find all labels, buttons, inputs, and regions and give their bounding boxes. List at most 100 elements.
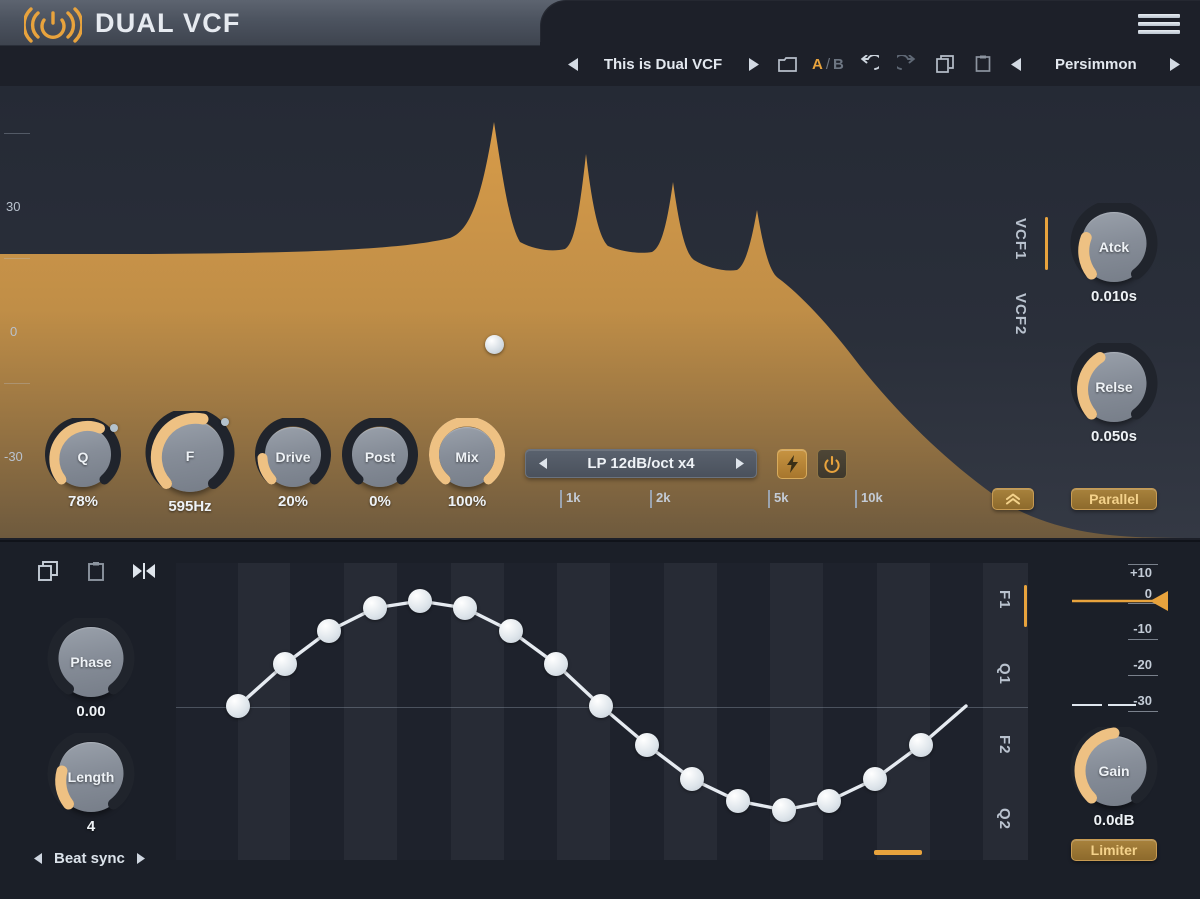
- knob-q-dial[interactable]: Q: [45, 418, 121, 487]
- filter-response-display[interactable]: 30 0 -30 VCF1 VCF2 Atck 0.010s Relse 0.0…: [0, 86, 1200, 538]
- redo-icon[interactable]: [888, 49, 926, 79]
- freq-label-1k: 1k: [560, 490, 580, 508]
- mod-tab-f1[interactable]: F1: [996, 590, 1013, 610]
- lfo-node[interactable]: [680, 767, 704, 791]
- filter-type-next-button[interactable]: [722, 457, 756, 470]
- knob-post-label: Post: [364, 449, 396, 465]
- ab-compare-toggle[interactable]: A / B: [812, 56, 844, 73]
- knob-length[interactable]: Length 4: [47, 733, 135, 835]
- knob-f-dial[interactable]: F: [145, 411, 235, 492]
- ab-slot-a[interactable]: A: [812, 56, 823, 73]
- undo-icon[interactable]: [850, 49, 888, 79]
- knob-gain-dial[interactable]: Gain: [1070, 727, 1158, 806]
- beat-sync-next-button[interactable]: [135, 852, 146, 865]
- copy-icon[interactable]: [36, 559, 60, 583]
- page-title: DUAL VCF: [95, 8, 241, 38]
- knob-mix[interactable]: Mix 100%: [429, 418, 505, 510]
- mod-tab-f1-indicator: [1024, 585, 1027, 627]
- freq-label-5k: 5k: [768, 490, 788, 508]
- preset-next-button[interactable]: [738, 49, 768, 79]
- lightning-bolt-icon[interactable]: [777, 449, 807, 479]
- beat-sync-selector[interactable]: Beat sync: [33, 850, 153, 867]
- knob-q-mod-dot[interactable]: [110, 424, 118, 432]
- lfo-node[interactable]: [909, 733, 933, 757]
- knob-phase-label: Phase: [70, 654, 112, 670]
- skin-name[interactable]: Persimmon: [1032, 56, 1160, 73]
- knob-atck[interactable]: Atck 0.010s: [1070, 203, 1158, 305]
- knob-drive-dial[interactable]: Drive: [255, 418, 331, 487]
- freq-label-2k: 2k: [650, 490, 670, 508]
- meter-rule-minus30: [1128, 711, 1158, 712]
- knob-f[interactable]: F 595Hz: [145, 411, 235, 515]
- lfo-node[interactable]: [363, 596, 387, 620]
- skin-next-button[interactable]: [1160, 49, 1190, 79]
- ab-slot-b[interactable]: B: [833, 56, 844, 73]
- ab-separator: /: [825, 55, 831, 73]
- lfo-node[interactable]: [635, 733, 659, 757]
- knob-relse[interactable]: Relse 0.050s: [1070, 343, 1158, 445]
- mod-tab-f2[interactable]: F2: [996, 735, 1013, 755]
- limiter-button[interactable]: Limiter: [1071, 839, 1157, 861]
- meter-rule-minus10: [1128, 639, 1158, 640]
- folder-icon[interactable]: [768, 49, 806, 79]
- power-icon[interactable]: [817, 449, 847, 479]
- knob-q[interactable]: Q 78%: [45, 418, 121, 510]
- lfo-shape-editor[interactable]: [176, 563, 1028, 860]
- mod-tab-q1[interactable]: Q1: [996, 663, 1013, 685]
- knob-f-label: F: [185, 448, 195, 464]
- skin-prev-button[interactable]: [1002, 49, 1032, 79]
- lfo-node[interactable]: [317, 619, 341, 643]
- db-tick-minus30: [4, 383, 30, 384]
- knob-atck-dial[interactable]: Atck: [1070, 203, 1158, 282]
- knob-relse-dial[interactable]: Relse: [1070, 343, 1158, 422]
- meter-label-minus10: -10: [1133, 621, 1152, 636]
- freq-label-10k: 10k: [855, 490, 883, 508]
- knob-gain[interactable]: Gain 0.0dB: [1070, 727, 1158, 829]
- vcf-tab-vcf1[interactable]: VCF1: [1012, 218, 1029, 260]
- beat-sync-prev-button[interactable]: [33, 852, 44, 865]
- output-level-meter: [1072, 704, 1102, 706]
- meter-rule-plus10: [1128, 564, 1158, 565]
- knob-phase[interactable]: Phase 0.00: [47, 618, 135, 720]
- vcf-tab-vcf2[interactable]: VCF2: [1012, 293, 1029, 335]
- knob-post[interactable]: Post 0%: [342, 418, 418, 510]
- hamburger-menu-icon[interactable]: [1138, 14, 1180, 34]
- lfo-node[interactable]: [453, 596, 477, 620]
- copy-icon[interactable]: [926, 49, 964, 79]
- lfo-node[interactable]: [273, 652, 297, 676]
- knob-drive[interactable]: Drive 20%: [255, 418, 331, 510]
- paste-icon[interactable]: [964, 49, 1002, 79]
- lfo-node[interactable]: [863, 767, 887, 791]
- knob-length-dial[interactable]: Length: [47, 733, 135, 812]
- knob-phase-dial[interactable]: Phase: [47, 618, 135, 697]
- preset-name[interactable]: This is Dual VCF: [588, 56, 738, 73]
- filter-curve-handle[interactable]: [485, 335, 504, 354]
- lfo-node[interactable]: [772, 798, 796, 822]
- knob-f-mod-dot[interactable]: [221, 418, 229, 426]
- preset-prev-button[interactable]: [558, 49, 588, 79]
- mirror-icon[interactable]: [132, 559, 156, 583]
- gain-pointer-icon[interactable]: [1072, 589, 1182, 613]
- vcf1-active-indicator: [1045, 217, 1048, 270]
- filter-type-selector[interactable]: LP 12dB/oct x4: [525, 449, 757, 478]
- filter-type-prev-button[interactable]: [526, 457, 560, 470]
- paste-icon[interactable]: [84, 559, 108, 583]
- knob-mix-dial[interactable]: Mix: [429, 418, 505, 487]
- title-bar-notch: [540, 0, 1200, 46]
- lfo-node[interactable]: [226, 694, 250, 718]
- collapse-panel-button[interactable]: [992, 488, 1034, 510]
- knob-q-label: Q: [77, 449, 89, 465]
- mod-tab-q2[interactable]: Q2: [996, 808, 1013, 830]
- knob-relse-label: Relse: [1095, 379, 1133, 395]
- knob-post-dial[interactable]: Post: [342, 418, 418, 487]
- lfo-node[interactable]: [544, 652, 568, 676]
- db-label-30: 30: [6, 199, 21, 214]
- lfo-node[interactable]: [499, 619, 523, 643]
- routing-mode-button[interactable]: Parallel: [1071, 488, 1157, 510]
- meter-label-plus10: +10: [1129, 565, 1152, 580]
- lfo-node[interactable]: [408, 589, 432, 613]
- lfo-playhead-marker[interactable]: [874, 850, 922, 855]
- lfo-node[interactable]: [817, 789, 841, 813]
- lfo-node[interactable]: [726, 789, 750, 813]
- lfo-node[interactable]: [589, 694, 613, 718]
